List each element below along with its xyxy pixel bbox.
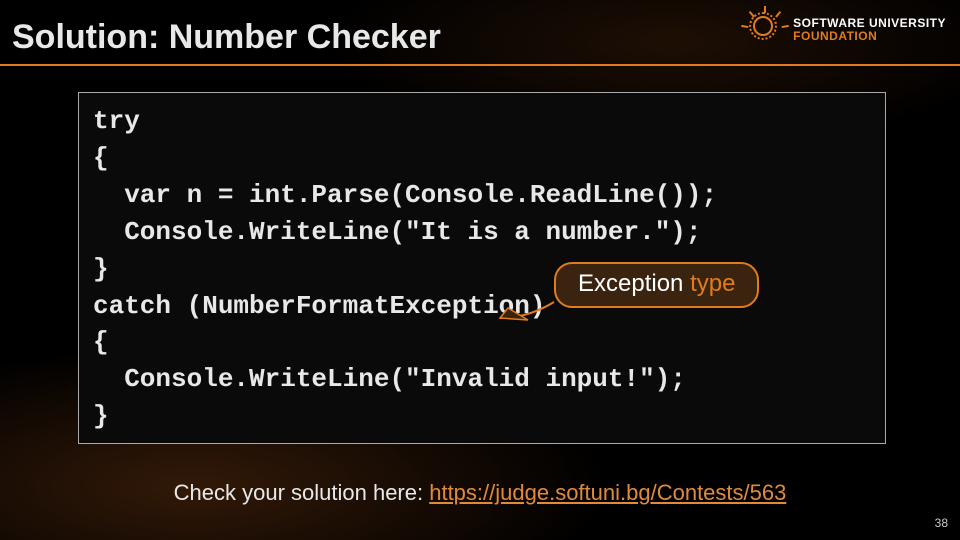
brand-line2: FOUNDATION xyxy=(793,30,946,43)
brand-logo: SOFTWARE UNIVERSITY FOUNDATION xyxy=(745,10,946,50)
code-line: { xyxy=(93,327,109,357)
footer-note: Check your solution here: https://judge.… xyxy=(0,480,960,506)
code-line: try xyxy=(93,106,140,136)
callout-connector xyxy=(498,300,558,322)
callout-text: Exception xyxy=(578,270,690,297)
exception-type-callout: Exception type xyxy=(554,262,759,308)
code-line: catch (NumberFormatException) xyxy=(93,291,545,321)
judge-link[interactable]: https://judge.softuni.bg/Contests/563 xyxy=(429,480,786,505)
slide-title: Solution: Number Checker xyxy=(12,18,441,57)
code-line: } xyxy=(93,401,109,431)
code-block: try { var n = int.Parse(Console.ReadLine… xyxy=(78,92,886,444)
code-line: var n = int.Parse(Console.ReadLine()); xyxy=(93,180,717,210)
page-number: 38 xyxy=(935,516,948,530)
code-line: Console.WriteLine("Invalid input!"); xyxy=(93,364,686,394)
callout-emphasis: type xyxy=(690,270,735,297)
code-line: { xyxy=(93,143,109,173)
lightbulb-gear-icon xyxy=(745,10,785,50)
title-underline xyxy=(0,64,960,66)
footer-prefix: Check your solution here: xyxy=(174,480,430,505)
slide-title-wrap: Solution: Number Checker xyxy=(12,18,441,57)
brand-text: SOFTWARE UNIVERSITY FOUNDATION xyxy=(793,17,946,42)
code-line: Console.WriteLine("It is a number."); xyxy=(93,217,702,247)
code-line: } xyxy=(93,254,109,284)
